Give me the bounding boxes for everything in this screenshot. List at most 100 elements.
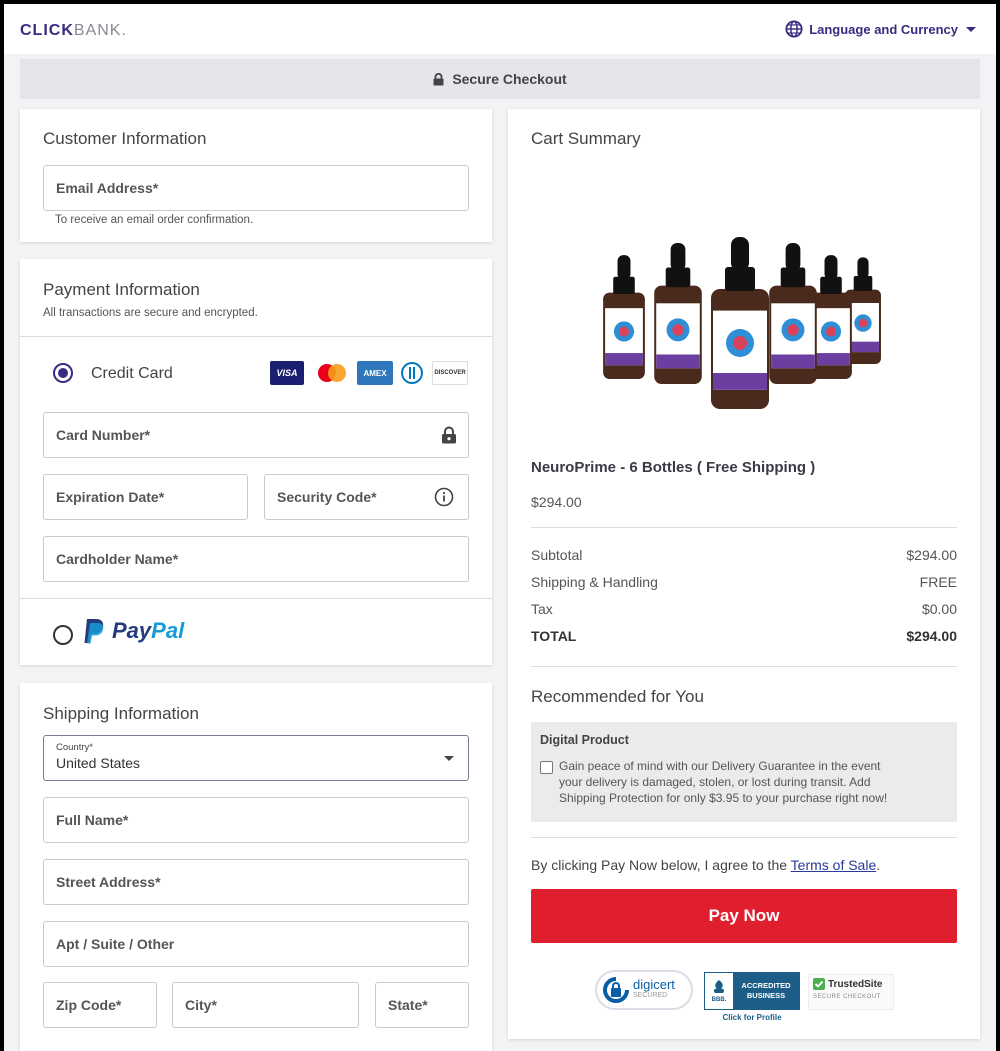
bbb-business-text: BUSINESS <box>746 991 786 1000</box>
recommended-title: Recommended for You <box>531 687 704 706</box>
digital-text-line-2: your delivery is damaged, stolen, or los… <box>559 775 871 789</box>
product-name: NeuroPrime - 6 Bottles ( Free Shipping ) <box>531 459 816 476</box>
digital-product-title: Digital Product <box>540 733 629 747</box>
country-select-value: United States <box>56 755 141 771</box>
language-currency-button[interactable]: Language and Currency <box>785 20 976 38</box>
full-name-field[interactable]: Full Name* <box>43 797 469 843</box>
bottle-shape <box>711 237 769 409</box>
expiration-date-label: Expiration Date* <box>56 489 165 505</box>
info-icon[interactable] <box>434 487 454 507</box>
globe-icon <box>785 20 803 38</box>
payment-divider-bottom <box>20 598 492 599</box>
apt-suite-field[interactable]: Apt / Suite / Other <box>43 921 469 967</box>
paypal-pay-text: Pay <box>112 618 152 643</box>
email-field[interactable]: Email Address* <box>43 165 469 211</box>
bbb-badge[interactable]: BBB. ACCREDITED BUSINESS Click for Profi… <box>704 972 800 1024</box>
email-hint: To receive an email order confirmation. <box>55 214 254 226</box>
secure-checkout-label: Secure Checkout <box>452 71 567 87</box>
lock-icon <box>442 426 456 444</box>
shipping-protection-checkbox[interactable] <box>540 761 553 774</box>
card-number-field[interactable]: Card Number* <box>43 412 469 458</box>
digital-product-box: Digital Product Gain peace of mind with … <box>531 722 957 822</box>
paypal-radio[interactable] <box>53 625 73 645</box>
summary-row-shipping: Shipping & Handling FREE <box>531 574 957 590</box>
credit-card-radio[interactable] <box>53 363 73 383</box>
discover-icon: DISCOVER <box>432 361 468 385</box>
bbb-logo-text: BBB. <box>711 997 727 1003</box>
bbb-accredited-text: ACCREDITED <box>741 981 791 990</box>
credit-card-label[interactable]: Credit Card <box>91 365 173 383</box>
paypal-pal-text: Pal <box>151 618 185 643</box>
email-field-label: Email Address* <box>56 180 159 196</box>
total-value: $294.00 <box>906 628 957 644</box>
shipping-label: Shipping & Handling <box>531 574 658 590</box>
bottle-shape <box>603 255 645 379</box>
chevron-down-icon <box>444 756 454 761</box>
apt-suite-label: Apt / Suite / Other <box>56 936 175 952</box>
payment-info-title: Payment Information <box>43 280 200 299</box>
language-currency-label: Language and Currency <box>809 21 958 37</box>
zip-code-label: Zip Code* <box>56 997 122 1013</box>
expiration-date-field[interactable]: Expiration Date* <box>43 474 248 520</box>
chevron-down-icon <box>966 26 976 32</box>
payment-divider-top <box>20 336 492 337</box>
customer-info-card: Customer Information Email Address* To r… <box>20 109 492 242</box>
pay-now-button[interactable]: Pay Now <box>531 889 957 943</box>
digital-text-line-1: Gain peace of mind with our Delivery Gua… <box>559 759 881 773</box>
terms-suffix: . <box>876 857 881 873</box>
summary-row-tax: Tax $0.00 <box>531 601 957 617</box>
street-address-label: Street Address* <box>56 874 161 890</box>
product-price: $294.00 <box>531 494 582 510</box>
cart-divider-2 <box>531 666 957 667</box>
paypal-icon <box>84 619 104 644</box>
bbb-logo-icon: BBB. <box>705 973 733 1009</box>
customer-info-title: Customer Information <box>43 129 207 148</box>
security-code-field[interactable]: Security Code* <box>264 474 469 520</box>
digital-product-text: Gain peace of mind with our Delivery Gua… <box>559 758 887 806</box>
amex-icon: AMEX <box>357 361 393 385</box>
trustedsite-text: TrustedSite <box>828 978 883 990</box>
shipping-info-card: Shipping Information Country* United Sta… <box>20 683 492 1051</box>
digicert-badge[interactable]: digicert SECURED <box>595 970 693 1010</box>
country-select[interactable]: Country* United States <box>43 735 469 781</box>
terms-of-sale-link[interactable]: Terms of Sale <box>791 857 877 873</box>
bottle-shape <box>769 242 817 384</box>
clickbank-logo[interactable]: CLICKBANK. <box>20 22 127 40</box>
checkout-page: CLICKBANK. Language and Currency Secure … <box>4 4 996 1051</box>
cart-divider-3 <box>531 837 957 838</box>
subtotal-label: Subtotal <box>531 547 583 563</box>
bottle-shape <box>654 242 702 384</box>
state-field[interactable]: State* <box>375 982 469 1028</box>
digital-text-line-3: Shipping Protection for only $3.95 to yo… <box>559 791 888 805</box>
street-address-field[interactable]: Street Address* <box>43 859 469 905</box>
security-code-label: Security Code* <box>277 489 377 505</box>
terms-prefix: By clicking Pay Now below, I agree to th… <box>531 857 791 873</box>
summary-row-subtotal: Subtotal $294.00 <box>531 547 957 563</box>
product-image <box>588 184 888 416</box>
paypal-logo[interactable]: PayPal <box>82 617 184 645</box>
total-label: TOTAL <box>531 628 577 644</box>
trustedsite-sub-text: SECURE CHECKOUT <box>813 994 881 1000</box>
logo-bold-text: CLICK <box>20 22 74 39</box>
secure-checkout-bar: Secure Checkout <box>20 59 980 99</box>
city-field[interactable]: City* <box>172 982 359 1028</box>
trustedsite-badge[interactable]: TrustedSite SECURE CHECKOUT <box>808 974 894 1010</box>
city-label: City* <box>185 997 217 1013</box>
cardholder-name-field[interactable]: Cardholder Name* <box>43 536 469 582</box>
digicert-text: digicert <box>633 977 675 992</box>
visa-icon: VISA <box>270 361 304 385</box>
tax-label: Tax <box>531 601 553 617</box>
payment-info-card: Payment Information All transactions are… <box>20 259 492 665</box>
mastercard-icon <box>315 362 349 384</box>
subtotal-value: $294.00 <box>906 547 957 563</box>
card-number-label: Card Number* <box>56 427 151 443</box>
full-name-label: Full Name* <box>56 812 129 828</box>
zip-code-field[interactable]: Zip Code* <box>43 982 157 1028</box>
lock-icon <box>433 72 444 85</box>
top-bar: CLICKBANK. Language and Currency <box>4 4 996 54</box>
check-icon <box>813 978 825 990</box>
cart-summary-title: Cart Summary <box>531 129 641 148</box>
cardholder-name-label: Cardholder Name* <box>56 551 179 567</box>
country-select-label: Country* <box>56 742 93 753</box>
bbb-profile-link[interactable]: Click for Profile <box>704 1013 800 1022</box>
